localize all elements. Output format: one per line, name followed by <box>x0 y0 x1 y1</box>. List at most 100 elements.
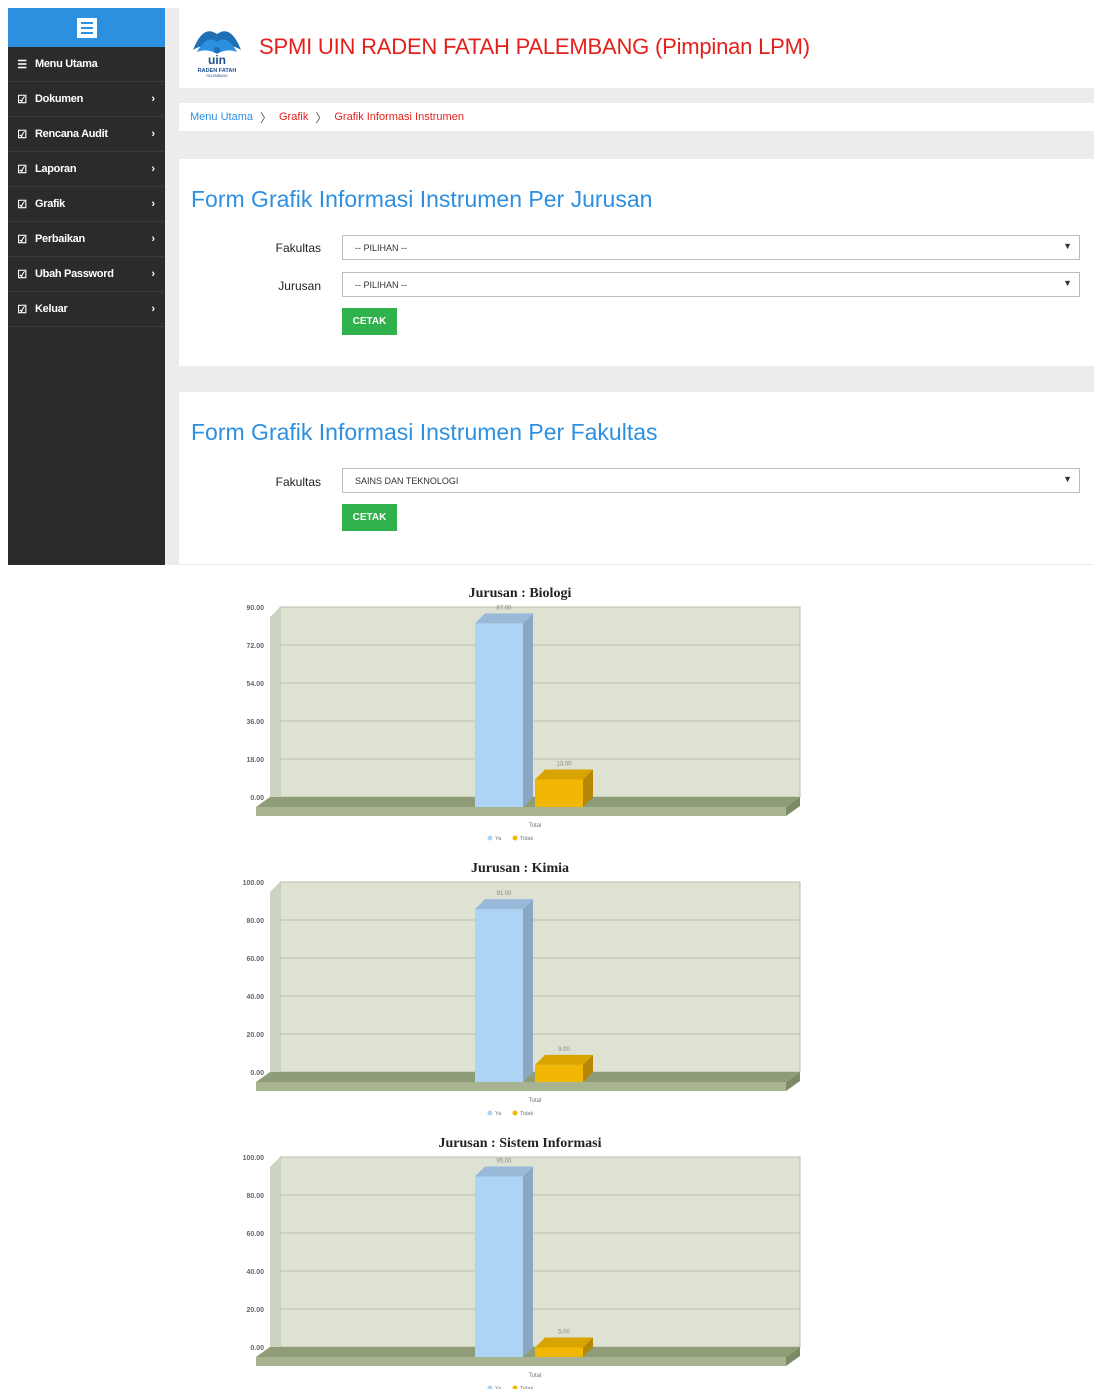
chart-container: Jurusan : Kimia 0.00 20.00 40.00 60.00 80.00 1… <box>230 858 810 1120</box>
legend-label: Tidak <box>520 1111 533 1117</box>
data-label: 95.00 <box>496 1159 512 1165</box>
chart-floor-front <box>256 1082 786 1091</box>
y-tick-label: 36.00 <box>246 719 264 726</box>
bar-top-tidak <box>535 769 593 780</box>
chart-container: Jurusan : Sistem Informasi 0.00 20.00 40.00… <box>230 1133 810 1389</box>
chevron-right-icon: 〉 <box>259 110 272 125</box>
bar-top-ya <box>475 899 533 910</box>
fakultas-label: Fakultas <box>275 241 321 255</box>
y-tick-label: 0.00 <box>250 1345 264 1352</box>
y-tick-label: 54.00 <box>246 681 264 688</box>
bar-top-tidak <box>535 1054 593 1065</box>
y-tick-label: 80.00 <box>246 1193 264 1200</box>
legend-label: Ya <box>495 836 502 842</box>
cetak-fakultas-button[interactable]: CETAK <box>342 504 397 531</box>
bar-chart: Jurusan : Kimia 0.00 20.00 40.00 60.00 80.00 1… <box>243 861 801 1117</box>
sidebar-toggle-button[interactable] <box>8 8 165 47</box>
cetak-jurusan-button[interactable]: CETAK <box>342 308 397 335</box>
y-tick-label: 80.00 <box>246 918 264 925</box>
dropdown-arrow-icon: ▼ <box>1063 241 1072 251</box>
bar-side-ya <box>523 899 533 1082</box>
y-tick-label: 0.00 <box>250 795 264 802</box>
y-tick-label: 40.00 <box>246 1269 264 1276</box>
form-card-per-jurusan: Form Grafik Informasi Instrumen Per Juru… <box>179 159 1094 366</box>
dropdown-arrow-icon: ▼ <box>1063 474 1072 484</box>
fakultas-select[interactable]: SAINS DAN TEKNOLOGI ▼ <box>342 468 1080 493</box>
data-label: 91.00 <box>496 891 512 897</box>
chevron-right-icon: › <box>151 198 155 210</box>
y-tick-label: 18.00 <box>246 757 264 764</box>
jurusan-select[interactable]: -- PILIHAN -- ▼ <box>342 272 1080 297</box>
legend-swatch <box>487 1385 493 1389</box>
chart-title: Jurusan : Biologi <box>469 586 572 601</box>
chart-plot-area <box>279 606 801 798</box>
bar-ya <box>475 1176 523 1357</box>
data-label: 9.00 <box>558 1047 570 1053</box>
fakultas-select[interactable]: -- PILIHAN -- ▼ <box>342 235 1080 260</box>
x-category-label: Total <box>529 1373 542 1379</box>
dropdown-arrow-icon: ▼ <box>1063 278 1072 288</box>
jurusan-select-value: -- PILIHAN -- <box>355 279 408 290</box>
sidebar-item-label: Perbaikan <box>35 233 85 245</box>
chart-side-wall <box>270 882 280 1082</box>
y-tick-label: 90.00 <box>246 605 264 612</box>
list-icon: ☰ <box>17 58 27 71</box>
sidebar-item-label: Laporan <box>35 163 77 175</box>
bar-tidak <box>535 779 583 807</box>
sidebar-item-grafik[interactable]: ☑ Grafik › <box>8 187 165 222</box>
legend-swatch <box>487 1110 493 1116</box>
chart-side-wall <box>270 1157 280 1357</box>
sidebar-item-rencana-audit[interactable]: ☑ Rencana Audit › <box>8 117 165 152</box>
form-card-per-fakultas: Form Grafik Informasi Instrumen Per Faku… <box>179 392 1094 564</box>
check-square-icon: ☑ <box>17 303 27 316</box>
fakultas-select-value: -- PILIHAN -- <box>355 242 408 253</box>
legend-label: Tidak <box>520 836 533 842</box>
y-tick-label: 20.00 <box>246 1032 264 1039</box>
check-square-icon: ☑ <box>17 93 27 106</box>
legend-label: Ya <box>495 1111 502 1117</box>
data-label: 87.00 <box>496 605 512 611</box>
breadcrumb-current: Grafik Informasi Instrumen <box>334 111 464 123</box>
fakultas-label: Fakultas <box>275 475 321 489</box>
sidebar-item-label: Ubah Password <box>35 268 114 280</box>
bar-ya <box>475 909 523 1082</box>
sidebar-item-label: Grafik <box>35 198 65 210</box>
y-tick-label: 100.00 <box>243 1155 265 1162</box>
x-category-label: Total <box>529 823 542 829</box>
chart-title: Jurusan : Sistem Informasi <box>439 1136 602 1151</box>
fakultas-select-value: SAINS DAN TEKNOLOGI <box>355 475 459 486</box>
sidebar-item-ubah-password[interactable]: ☑ Ubah Password › <box>8 257 165 292</box>
y-tick-label: 60.00 <box>246 1231 264 1238</box>
bar-chart: Jurusan : Biologi 0.00 18.00 36.00 54.00 72.0… <box>246 586 801 842</box>
sidebar-item-laporan[interactable]: ☑ Laporan › <box>8 152 165 187</box>
y-tick-label: 40.00 <box>246 994 264 1001</box>
bar-side-ya <box>523 613 533 807</box>
sidebar-item-dokumen[interactable]: ☑ Dokumen › <box>8 82 165 117</box>
sidebar-item-perbaikan[interactable]: ☑ Perbaikan › <box>8 222 165 257</box>
bar-tidak <box>535 1347 583 1357</box>
bar-chart: Jurusan : Sistem Informasi 0.00 20.00 40.00… <box>243 1136 801 1389</box>
y-tick-label: 0.00 <box>250 1070 264 1077</box>
sidebar-nav: ☰ Menu Utama ☑ Dokumen › ☑ Rencana Audit › ☑ Lapo… <box>8 47 165 327</box>
breadcrumb-grafik-link[interactable]: Grafik <box>279 111 308 123</box>
y-tick-label: 60.00 <box>246 956 264 963</box>
chart-floor-front <box>256 1357 786 1366</box>
y-tick-label: 72.00 <box>246 643 264 650</box>
sidebar-item-keluar[interactable]: ☑ Keluar › <box>8 292 165 327</box>
legend-swatch <box>487 835 493 841</box>
sidebar-item-label: Keluar <box>35 303 68 315</box>
check-square-icon: ☑ <box>17 128 27 141</box>
check-square-icon: ☑ <box>17 233 27 246</box>
breadcrumb-home-link[interactable]: Menu Utama <box>190 111 253 123</box>
chart-floor-front <box>256 807 786 816</box>
y-tick-label: 20.00 <box>246 1307 264 1314</box>
chevron-right-icon: › <box>151 128 155 140</box>
sidebar-item-menu-utama[interactable]: ☰ Menu Utama <box>8 47 165 82</box>
bar-top-ya <box>475 1166 533 1177</box>
chevron-right-icon: › <box>151 163 155 175</box>
chevron-right-icon: › <box>151 93 155 105</box>
chevron-right-icon: 〉 <box>315 110 328 125</box>
sidebar-item-label: Dokumen <box>35 93 84 105</box>
logo-text: uin <box>208 53 226 67</box>
x-category-label: Total <box>529 1098 542 1104</box>
